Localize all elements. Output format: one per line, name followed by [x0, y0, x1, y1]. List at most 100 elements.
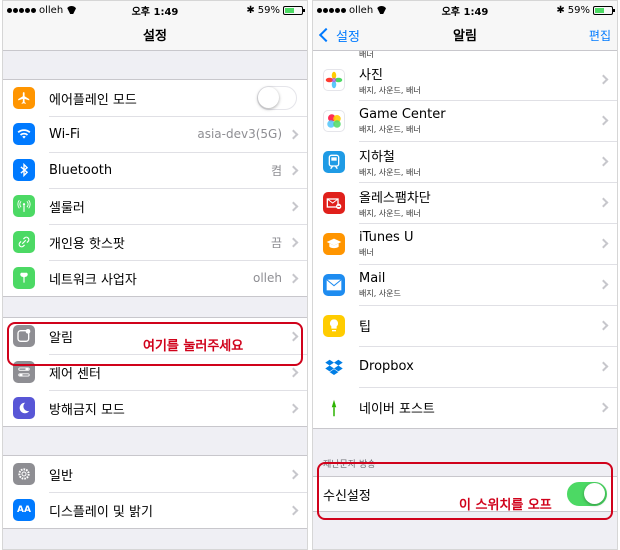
battery-percent: 59%	[567, 4, 590, 16]
chevron-right-icon	[288, 237, 299, 247]
settings-item-label: 셀룰러	[49, 200, 85, 216]
itunes-u-icon	[323, 232, 345, 255]
back-button[interactable]: 설정	[317, 19, 360, 51]
game-center-icon	[323, 109, 345, 132]
chevron-right-icon	[288, 129, 299, 139]
app-notification-list: 배너 사진 배지, 사운드, 배너 Game Center 배지, 사운드, 배…	[313, 51, 617, 429]
photos-icon	[323, 68, 345, 91]
app-item-title: 지하철	[359, 149, 395, 165]
chevron-right-icon	[288, 367, 299, 377]
settings-group-general: 일반 AA 디스플레이 및 밝기	[3, 455, 307, 529]
chevron-right-icon	[598, 402, 609, 413]
carrier-name: olleh	[39, 4, 64, 16]
wifi-status-icon	[376, 6, 387, 14]
airplane-icon	[13, 87, 35, 109]
app-item-spam-block[interactable]: 올레스팸차단 배지, 사운드, 배너	[313, 182, 617, 223]
chevron-right-icon	[598, 361, 609, 372]
nav-bar: 설정	[3, 19, 307, 51]
settings-item-cellular[interactable]: 셀룰러	[3, 188, 307, 224]
settings-item-bluetooth[interactable]: Bluetooth 켬	[3, 152, 307, 188]
display-icon: AA	[13, 499, 35, 521]
chevron-right-icon	[598, 279, 609, 290]
chevron-right-icon	[288, 403, 299, 413]
bluetooth-icon	[13, 159, 35, 181]
chevron-right-icon	[598, 238, 609, 249]
app-item-title: 사진	[359, 67, 383, 83]
battery-percent: 59%	[257, 4, 280, 16]
nav-bar: 설정 알림 편집	[313, 19, 617, 51]
hotspot-value: 끔	[270, 235, 282, 250]
subway-icon	[323, 150, 345, 173]
app-item-title: Dropbox	[359, 359, 414, 374]
app-item-tips[interactable]: 팁	[313, 305, 617, 346]
carrier-value: olleh	[253, 271, 282, 285]
back-button-label: 설정	[336, 29, 360, 45]
app-item-subway[interactable]: 지하철 배지, 사운드, 배너	[313, 141, 617, 182]
settings-item-label: 개인용 핫스팟	[49, 236, 125, 252]
bluetooth-value: 켬	[270, 163, 282, 178]
chevron-right-icon	[288, 273, 299, 283]
app-item-title: 올레스팸차단	[359, 190, 431, 206]
app-item-subtitle: 배지, 사운드, 배너	[359, 124, 421, 134]
carrier-name: olleh	[349, 4, 374, 16]
app-item-subtitle: 배지, 사운드, 배너	[359, 208, 421, 218]
app-item-subtitle: 배지, 사운드	[359, 288, 401, 298]
page-title: 설정	[143, 29, 167, 44]
app-item-title: Game Center	[359, 106, 446, 122]
naver-post-icon	[323, 396, 345, 419]
settings-item-label: 일반	[49, 468, 73, 484]
settings-item-wifi[interactable]: Wi-Fi asia-dev3(5G)	[3, 116, 307, 152]
chevron-left-icon	[318, 27, 334, 43]
partial-row-subtitle: 배너	[359, 51, 374, 59]
settings-group-connectivity: 에어플레인 모드 Wi-Fi asia-dev3(5G) Bluetooth 켬…	[3, 79, 307, 297]
signal-icon	[317, 7, 346, 13]
chevron-right-icon	[288, 201, 299, 211]
app-item-mail[interactable]: Mail 배지, 사운드	[313, 264, 617, 305]
partial-row: 배너	[313, 51, 617, 59]
signal-icon	[7, 7, 36, 13]
dropbox-icon	[323, 355, 345, 378]
bluetooth-status-icon: ✱	[556, 4, 565, 16]
chevron-right-icon	[288, 165, 299, 175]
hotspot-icon	[13, 231, 35, 253]
page-title: 알림	[453, 29, 477, 44]
app-item-title: 팁	[359, 320, 371, 335]
cellular-icon	[13, 195, 35, 217]
app-item-naver-post[interactable]: 네이버 포스트	[313, 387, 617, 428]
spam-block-icon	[323, 191, 345, 214]
settings-item-display[interactable]: AA 디스플레이 및 밝기	[3, 492, 307, 528]
settings-item-hotspot[interactable]: 개인용 핫스팟 끔	[3, 224, 307, 260]
app-item-itunes-u[interactable]: iTunes U 배너	[313, 223, 617, 264]
edit-button[interactable]: 편집	[589, 19, 611, 51]
airplane-mode-toggle[interactable]	[257, 86, 297, 110]
battery-icon	[283, 5, 305, 15]
app-item-game-center[interactable]: Game Center 배지, 사운드, 배너	[313, 100, 617, 141]
app-item-subtitle: 배너	[359, 247, 374, 257]
settings-item-do-not-disturb[interactable]: 방해금지 모드	[3, 390, 307, 426]
settings-item-carrier[interactable]: 네트워크 사업자 olleh	[3, 260, 307, 296]
app-item-subtitle: 배지, 사운드, 배너	[359, 167, 421, 177]
bluetooth-status-icon: ✱	[246, 4, 255, 16]
annotation-text: 이 스위치를 오프	[459, 498, 552, 513]
mail-icon	[323, 273, 345, 296]
app-item-title: iTunes U	[359, 229, 414, 245]
wifi-status-icon	[66, 6, 77, 14]
settings-item-label: 네트워크 사업자	[49, 272, 137, 288]
settings-item-airplane-mode[interactable]: 에어플레인 모드	[3, 80, 307, 116]
chevron-right-icon	[598, 115, 609, 126]
chevron-right-icon	[288, 469, 299, 479]
chevron-right-icon	[598, 197, 609, 208]
settings-item-label: 에어플레인 모드	[49, 92, 137, 108]
settings-item-label: 디스플레이 및 밝기	[49, 504, 153, 520]
settings-item-general[interactable]: 일반	[3, 456, 307, 492]
app-item-photos[interactable]: 사진 배지, 사운드, 배너	[313, 59, 617, 100]
chevron-right-icon	[598, 74, 609, 85]
tips-icon	[323, 314, 345, 337]
annotation-text: 여기를 눌러주세요	[143, 339, 244, 354]
status-bar: olleh 오후 1:49 ✱ 59%	[313, 1, 617, 19]
notifications-screen: olleh 오후 1:49 ✱ 59% 설정 알림 편집 배너 사진 배지, 사…	[312, 0, 618, 550]
status-bar: olleh 오후 1:49 ✱ 59%	[3, 1, 307, 19]
settings-item-label: Bluetooth	[49, 162, 113, 178]
app-item-dropbox[interactable]: Dropbox	[313, 346, 617, 387]
gear-icon	[13, 463, 35, 485]
